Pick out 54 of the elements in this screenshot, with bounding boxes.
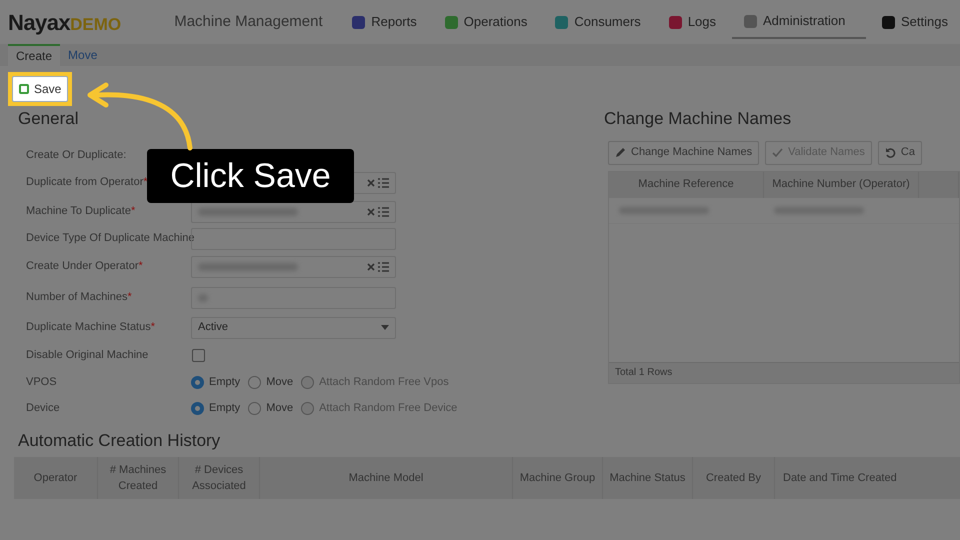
pencil-icon bbox=[615, 147, 626, 158]
list-icon[interactable] bbox=[378, 262, 389, 272]
sub-tab[interactable]: Move bbox=[60, 44, 106, 66]
section-title: Change Machine Names bbox=[604, 108, 792, 130]
field-label: Device bbox=[26, 401, 61, 416]
column-header: Machine Status bbox=[603, 457, 693, 499]
column-header: Machine Model bbox=[260, 457, 513, 499]
section-title: Automatic Creation History bbox=[17, 430, 222, 452]
toolbar-button[interactable]: Ca bbox=[878, 140, 922, 164]
status-dropdown[interactable]: Active bbox=[191, 316, 396, 338]
checkbox[interactable] bbox=[192, 349, 205, 362]
field-label: Machine To Duplicate* bbox=[26, 204, 136, 220]
radio-option[interactable]: Move bbox=[248, 400, 294, 417]
logo-wordmark: Nayax bbox=[8, 8, 70, 37]
field-label: Create Under Operator* bbox=[26, 259, 144, 274]
column-header: Date and Time Created bbox=[775, 457, 960, 499]
column-header: Machine Number (Operator) bbox=[764, 172, 919, 198]
column-header: # Devices Associated bbox=[179, 457, 260, 499]
radio-option[interactable]: Move bbox=[248, 374, 294, 391]
nav-tab[interactable]: Settings bbox=[870, 5, 960, 39]
clear-icon[interactable] bbox=[367, 262, 375, 270]
list-icon[interactable] bbox=[378, 206, 389, 216]
toolbar-button[interactable]: Change Machine Names bbox=[608, 140, 760, 164]
caret-icon bbox=[381, 325, 389, 330]
section-title: General bbox=[18, 108, 80, 130]
column-header: Machine Reference bbox=[609, 172, 764, 198]
instruction-tooltip: Click Save bbox=[147, 149, 354, 203]
lookup-field[interactable] bbox=[191, 256, 396, 278]
list-icon[interactable] bbox=[378, 178, 389, 188]
undo-icon bbox=[884, 147, 896, 158]
nav-tab[interactable]: Reports bbox=[340, 5, 429, 39]
clear-icon[interactable] bbox=[367, 178, 375, 186]
column-header: Created By bbox=[693, 457, 775, 499]
field-label: Create Or Duplicate: bbox=[26, 148, 128, 164]
radio-option[interactable]: Empty bbox=[191, 374, 240, 391]
save-button[interactable]: Save bbox=[12, 76, 68, 102]
nav-tab[interactable]: Operations bbox=[432, 5, 540, 39]
logo-demo-label: DEMO bbox=[70, 14, 122, 34]
radio-option[interactable]: Empty bbox=[191, 400, 240, 417]
column-header: Machine Group bbox=[513, 457, 603, 499]
nav-tab[interactable]: Logs bbox=[656, 5, 728, 39]
field-label: Duplicate Machine Status* bbox=[26, 320, 156, 336]
field-label: VPOS bbox=[26, 375, 58, 390]
nav-tab[interactable]: Administration bbox=[732, 5, 866, 39]
grid-footer: Total 1 Rows bbox=[609, 362, 959, 382]
page-title: Machine Management bbox=[174, 12, 323, 32]
clear-icon[interactable] bbox=[367, 208, 375, 216]
nav-tab[interactable]: Consumers bbox=[543, 5, 653, 39]
column-header: Operator bbox=[14, 457, 98, 499]
field-label: Disable Original Machine bbox=[26, 348, 150, 364]
field-label: Number of Machines* bbox=[26, 290, 133, 306]
sub-tab[interactable]: Create bbox=[8, 44, 60, 66]
check-icon bbox=[772, 148, 784, 157]
column-header: # Machines Created bbox=[98, 457, 179, 499]
